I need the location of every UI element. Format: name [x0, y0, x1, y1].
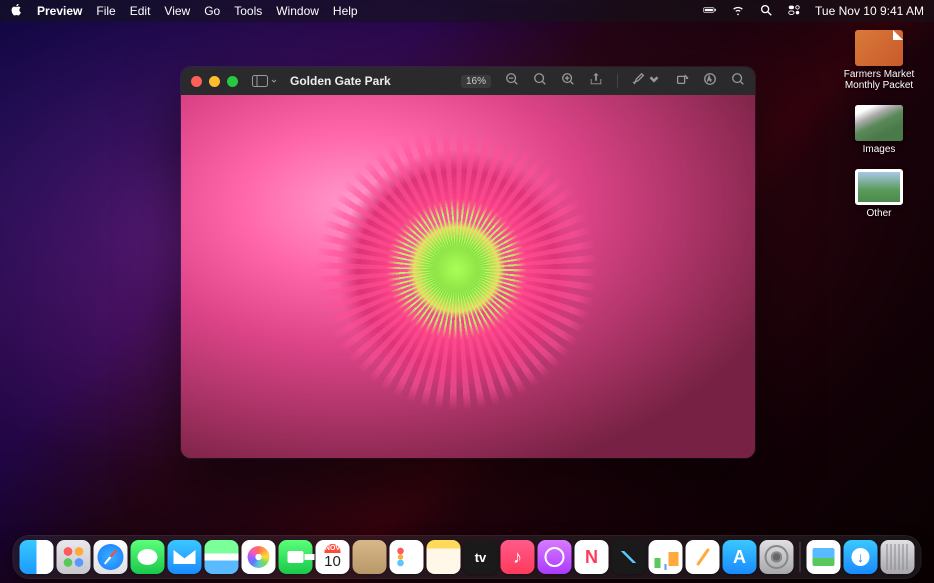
minimize-button[interactable] — [209, 76, 220, 87]
traffic-lights — [191, 76, 238, 87]
dock-app-tv[interactable] — [464, 540, 498, 574]
rotate-button[interactable] — [675, 72, 689, 91]
control-center-icon[interactable] — [787, 3, 801, 20]
desktop-file-images[interactable]: Images — [855, 105, 903, 155]
dock-divider — [800, 542, 801, 572]
menu-help[interactable]: Help — [333, 4, 358, 18]
dock-app-contacts[interactable] — [353, 540, 387, 574]
dock-app-calendar[interactable]: NOV 10 — [316, 540, 350, 574]
dock-app-appstore[interactable] — [723, 540, 757, 574]
desktop-icons: Farmers Market Monthly Packet Images Oth… — [834, 30, 924, 219]
image-stack-icon — [855, 105, 903, 141]
battery-icon[interactable] — [703, 3, 717, 20]
dock-app-photos[interactable] — [242, 540, 276, 574]
dock-app-preview[interactable] — [807, 540, 841, 574]
dock: NOV 10 — [14, 536, 921, 578]
dock-app-reminders[interactable] — [390, 540, 424, 574]
photo-icon — [855, 169, 903, 205]
window-titlebar[interactable]: Golden Gate Park 16% — [181, 67, 755, 95]
dock-app-system-preferences[interactable] — [760, 540, 794, 574]
calendar-day: 10 — [324, 553, 341, 571]
dock-app-facetime[interactable] — [279, 540, 313, 574]
toolbar-separator — [617, 74, 618, 88]
desktop-file-other[interactable]: Other — [855, 169, 903, 219]
dock-app-numbers[interactable] — [649, 540, 683, 574]
dock-app-maps[interactable] — [205, 540, 239, 574]
desktop-file-farmers-market[interactable]: Farmers Market Monthly Packet — [834, 30, 924, 91]
markup-button[interactable] — [703, 72, 717, 91]
dock-trash[interactable] — [881, 540, 915, 574]
desktop-icon-label: Farmers Market Monthly Packet — [834, 69, 924, 91]
app-name-menu[interactable]: Preview — [37, 4, 82, 18]
dock-downloads[interactable] — [844, 540, 878, 574]
menu-file[interactable]: File — [96, 4, 115, 18]
menu-bar: Preview File Edit View Go Tools Window H… — [0, 0, 934, 22]
dock-app-news[interactable] — [575, 540, 609, 574]
dock-app-finder[interactable] — [20, 540, 54, 574]
desktop-icon-label: Other — [866, 208, 891, 219]
close-button[interactable] — [191, 76, 202, 87]
dock-app-podcasts[interactable] — [538, 540, 572, 574]
zoom-fit-button[interactable] — [533, 72, 547, 91]
share-button[interactable] — [589, 72, 603, 91]
dock-app-pages[interactable] — [686, 540, 720, 574]
sidebar-toggle-button[interactable] — [252, 75, 278, 87]
image-content — [181, 95, 755, 458]
zoom-out-button[interactable] — [505, 72, 519, 91]
image-viewport[interactable] — [181, 95, 755, 458]
desktop-icon-label: Images — [863, 144, 896, 155]
menu-window[interactable]: Window — [276, 4, 319, 18]
menu-tools[interactable]: Tools — [234, 4, 262, 18]
preview-window: Golden Gate Park 16% — [181, 67, 755, 458]
menu-view[interactable]: View — [164, 4, 190, 18]
search-button[interactable] — [731, 72, 745, 91]
dock-app-mail[interactable] — [168, 540, 202, 574]
dock-app-safari[interactable] — [94, 540, 128, 574]
dock-app-launchpad[interactable] — [57, 540, 91, 574]
fullscreen-button[interactable] — [227, 76, 238, 87]
document-icon — [855, 30, 903, 66]
dock-app-stocks[interactable] — [612, 540, 646, 574]
zoom-percentage[interactable]: 16% — [461, 75, 491, 88]
wifi-icon[interactable] — [731, 3, 745, 20]
spotlight-icon[interactable] — [759, 3, 773, 20]
window-title: Golden Gate Park — [290, 74, 391, 88]
zoom-in-button[interactable] — [561, 72, 575, 91]
menu-edit[interactable]: Edit — [130, 4, 151, 18]
calendar-month: NOV — [325, 544, 340, 553]
menubar-datetime[interactable]: Tue Nov 10 9:41 AM — [815, 4, 924, 18]
dock-app-music[interactable] — [501, 540, 535, 574]
dock-app-notes[interactable] — [427, 540, 461, 574]
dock-app-messages[interactable] — [131, 540, 165, 574]
apple-menu[interactable] — [10, 3, 23, 19]
highlight-button[interactable] — [632, 72, 661, 91]
menu-go[interactable]: Go — [204, 4, 220, 18]
